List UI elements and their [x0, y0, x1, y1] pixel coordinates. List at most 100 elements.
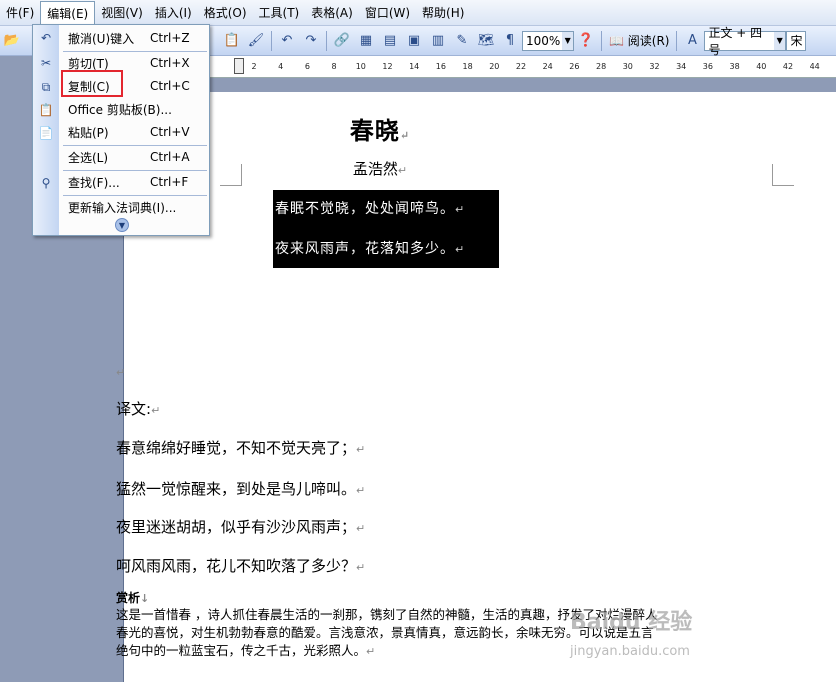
paragraph-mark-icon: ↵	[116, 366, 126, 379]
zoom-value: 100%	[526, 33, 561, 48]
zoom-combo[interactable]: 100% ▼	[522, 30, 574, 51]
ruler-tick-label: 16	[435, 62, 446, 71]
menu-table[interactable]: 表格(A)	[305, 3, 359, 23]
ruler-tick-label: 26	[569, 62, 580, 71]
font-combo[interactable]: 宋	[786, 30, 807, 51]
selected-line-text: 夜来风雨声，花落知多少。	[275, 241, 455, 257]
hyperlink-icon[interactable]: 🔗	[332, 31, 352, 51]
ruler-tick-label: 28	[596, 62, 607, 71]
style-value: 正文 + 四号	[708, 25, 763, 57]
ruler-tick-label: 24	[542, 62, 553, 71]
read-button-label: 阅读(R)	[627, 34, 670, 48]
analysis-label-text: 赏析	[116, 591, 141, 605]
undo-icon: ↶	[40, 31, 52, 45]
menu-item-find[interactable]: 查找(F)... Ctrl+F	[59, 171, 209, 193]
undo-icon[interactable]: ↶	[277, 31, 297, 51]
font-value: 宋	[790, 34, 803, 48]
menu-format[interactable]: 格式(O)	[198, 3, 253, 23]
ruler-tick-label: 20	[489, 62, 500, 71]
menu-edit[interactable]: 编辑(E)	[40, 0, 96, 27]
menu-item-label: 更新输入法词典(I)...	[68, 200, 177, 215]
toolbar-separator	[326, 30, 327, 51]
ruler-tick-label: 34	[676, 62, 687, 71]
translation-line-text: 呵风雨风雨，花儿不知吹落了多少？	[116, 557, 357, 575]
analysis-label: 赏析↓	[116, 589, 149, 606]
toolbar-separator	[271, 30, 272, 51]
menu-item-update-ime-dictionary[interactable]: 更新输入法词典(I)...	[59, 196, 209, 218]
tables-borders-icon[interactable]: ▦	[356, 31, 376, 51]
poem-title-text: 春晓	[349, 116, 400, 145]
menu-item-office-clipboard[interactable]: Office 剪贴板(B)...	[59, 98, 209, 120]
menu-item-shortcut: Ctrl+Z	[150, 31, 190, 45]
paragraph-mark-icon: ↵	[455, 243, 466, 256]
open-folder-icon[interactable]: 📂	[2, 31, 22, 51]
margin-corner-top-right	[772, 164, 794, 186]
drawing-icon[interactable]: ✎	[452, 31, 472, 51]
copy-icon: ⧉	[41, 79, 51, 94]
translation-line: 夜里迷迷胡胡，似乎有沙沙风雨声；↵	[116, 516, 365, 537]
toolbar-separator	[601, 30, 602, 51]
translation-label: 译文:↵	[116, 398, 160, 419]
menu-tools[interactable]: 工具(T)	[253, 3, 306, 23]
help-icon[interactable]: ❓	[576, 31, 596, 51]
ruler-tick-label: 38	[729, 62, 740, 71]
format-painter-icon[interactable]: 🖌	[246, 31, 266, 51]
redo-icon[interactable]: ↷	[301, 31, 321, 51]
menu-window[interactable]: 窗口(W)	[359, 3, 416, 23]
style-combo[interactable]: 正文 + 四号 ▼	[704, 26, 787, 57]
selected-text-block[interactable]: 春眠不觉晓，处处闻啼鸟。↵ 夜来风雨声，花落知多少。↵	[273, 190, 499, 268]
translation-line: 呵风雨风雨，花儿不知吹落了多少？↵	[116, 555, 365, 576]
menu-item-shortcut: Ctrl+F	[150, 175, 189, 189]
paste-icon[interactable]: 📋	[222, 31, 242, 51]
ruler-tick-label: 4	[278, 62, 284, 71]
chevron-down-icon[interactable]: ▼	[773, 31, 786, 50]
horizontal-ruler[interactable]: 2246810121416182022242628303234363840424…	[124, 56, 836, 78]
page-gap	[124, 78, 836, 92]
insert-excel-icon[interactable]: ▣	[404, 31, 424, 51]
menu-item-label: 剪切(T)	[68, 56, 109, 71]
ruler-tick-label: 32	[649, 62, 660, 71]
poem-author-text: 孟浩然	[352, 160, 398, 178]
translation-line-text: 夜里迷迷胡胡，似乎有沙沙风雨声；	[116, 518, 357, 536]
paragraph-mark-icon: ↵	[366, 645, 376, 658]
menu-item-label: 全选(L)	[68, 150, 109, 165]
show-hide-icon[interactable]: ¶	[500, 31, 520, 51]
styles-icon[interactable]: A	[682, 31, 702, 51]
empty-paragraph: ↵	[116, 362, 125, 380]
watermark-text: Baidu 经验	[570, 610, 693, 635]
menu-item-shortcut: Ctrl+A	[150, 150, 190, 164]
chevron-down-icon[interactable]: ▼	[562, 31, 573, 50]
menu-item-shortcut: Ctrl+X	[150, 56, 190, 70]
menu-insert[interactable]: 插入(I)	[149, 3, 198, 23]
watermark-url: jingyan.baidu.com	[570, 644, 690, 659]
paragraph-mark-icon: ↵	[356, 561, 366, 574]
ruler-tick-label: 18	[462, 62, 473, 71]
book-icon: 📖	[609, 34, 624, 48]
binoculars-icon: ⚲	[41, 176, 51, 190]
ruler-tick-label: 2	[251, 62, 257, 71]
paste-icon: 📄	[38, 126, 54, 140]
chevron-double-down-icon[interactable]: ▼	[115, 218, 129, 232]
menu-item-paste[interactable]: 粘贴(P) Ctrl+V	[59, 121, 209, 143]
menu-item-label: 粘贴(P)	[68, 125, 109, 140]
scissors-icon: ✂	[40, 56, 52, 70]
ruler-tick-label: 30	[622, 62, 633, 71]
paragraph-mark-icon: ↵	[356, 443, 366, 456]
menu-item-select-all[interactable]: 全选(L) Ctrl+A	[59, 146, 209, 168]
menu-item-shortcut: Ctrl+V	[150, 125, 190, 139]
menu-file[interactable]: 件(F)	[0, 3, 40, 23]
paragraph-mark-icon: ↵	[356, 522, 366, 535]
selected-line: 春眠不觉晓，处处闻啼鸟。↵	[275, 198, 497, 218]
translation-line-text: 猛然一觉惊醒来，到处是鸟儿啼叫。	[116, 480, 357, 498]
read-button[interactable]: 📖 阅读(R)	[605, 32, 673, 49]
menu-item-undo[interactable]: 撤消(U)键入 Ctrl+Z	[59, 27, 209, 49]
insert-table-icon[interactable]: ▤	[380, 31, 400, 51]
columns-icon[interactable]: ▥	[428, 31, 448, 51]
document-map-icon[interactable]: 🗺	[476, 31, 496, 51]
indent-marker[interactable]	[234, 58, 244, 74]
ruler-tick-label: 40	[756, 62, 767, 71]
selected-line: 夜来风雨声，花落知多少。↵	[275, 238, 497, 258]
menu-view[interactable]: 视图(V)	[95, 3, 149, 23]
menu-help[interactable]: 帮助(H)	[416, 3, 470, 23]
ruler-tick-label: 42	[782, 62, 794, 71]
